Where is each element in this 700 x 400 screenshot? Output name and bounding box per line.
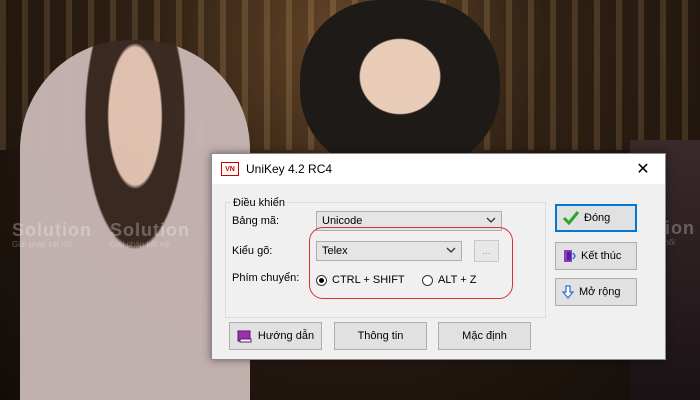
exit-button[interactable]: Kết thúc [555, 242, 637, 270]
radio-alt-z[interactable]: ALT + Z [422, 274, 476, 286]
watermark-brand: Solution [110, 220, 190, 240]
radio-selected-icon [316, 274, 327, 286]
switch-key-label: Phím chuyển: [232, 272, 300, 284]
charset-value: Unicode [322, 215, 363, 227]
window-title: UniKey 4.2 RC4 [246, 162, 333, 176]
door-exit-icon [562, 249, 576, 263]
arrow-down-icon [562, 285, 574, 299]
defaults-button[interactable]: Mặc định [438, 322, 531, 350]
watermark-tagline: Giải pháp kết nối [110, 240, 171, 249]
close-window-button[interactable]: ✕ [621, 154, 665, 184]
input-method-label: Kiểu gõ: [232, 245, 273, 257]
watermark-tagline: Giải pháp kết nối [12, 240, 73, 249]
radio-ctrl-shift[interactable]: CTRL + SHIFT [316, 274, 405, 286]
radio-ctrl-shift-label: CTRL + SHIFT [332, 274, 405, 286]
title-bar[interactable]: VN UniKey 4.2 RC4 ✕ [212, 154, 665, 184]
info-button[interactable]: Thông tin [334, 322, 427, 350]
expand-button-label: Mở rộng [579, 286, 621, 298]
charset-label: Bảng mã: [232, 215, 280, 227]
guide-button-label: Hướng dẫn [257, 330, 315, 342]
defaults-button-label: Mặc định [462, 330, 507, 342]
radio-unselected-icon [422, 274, 433, 286]
window-body: Điều khiển Bảng mã: Unicode Kiểu gõ: Tel… [212, 184, 667, 359]
book-icon [237, 329, 253, 343]
info-button-label: Thông tin [357, 330, 404, 342]
highlight-box [309, 227, 513, 299]
background-person-right [300, 0, 500, 170]
unikey-window: VN UniKey 4.2 RC4 ✕ Điều khiển Bảng mã: … [211, 153, 666, 360]
watermark-brand: Solution [12, 220, 92, 240]
expand-button[interactable]: Mở rộng [555, 278, 637, 306]
close-button-label: Đóng [584, 212, 611, 224]
exit-button-label: Kết thúc [581, 250, 622, 262]
controls-group-title: Điều khiển [231, 197, 287, 209]
guide-button[interactable]: Hướng dẫn [229, 322, 322, 350]
close-button[interactable]: Đóng [555, 204, 637, 232]
unikey-app-icon: VN [221, 162, 239, 176]
radio-alt-z-label: ALT + Z [438, 274, 477, 286]
close-icon: ✕ [636, 161, 650, 178]
checkmark-icon [563, 211, 579, 225]
